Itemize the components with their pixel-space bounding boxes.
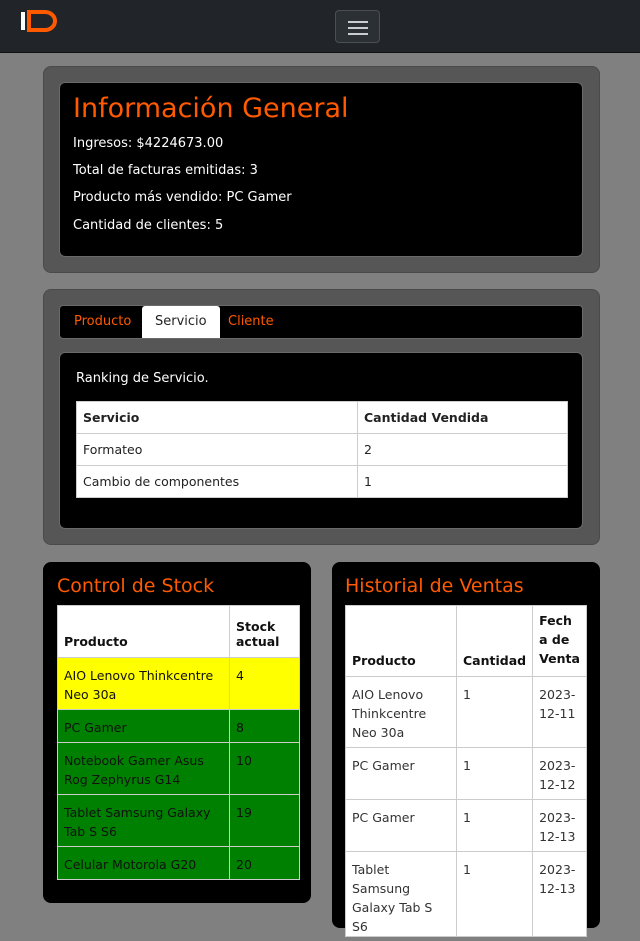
info-card: Información General Ingresos: $4224673.0… [59, 82, 583, 257]
column-header: Producto [57, 605, 230, 658]
stock-quantity-cell: 4 [229, 657, 300, 710]
history-row: PC Gamer 1 2023-12-12 [345, 747, 587, 800]
stock-quantity-cell: 8 [229, 709, 300, 743]
stock-row: Tablet Samsung Galaxy Tab S S6 19 [57, 794, 300, 847]
hamburger-menu-icon [348, 21, 368, 23]
table-row: Formateo 2 [76, 433, 568, 466]
column-header: Cantidad [455, 605, 534, 677]
history-date-cell: 2023-12-13 [532, 799, 587, 852]
stock-product-cell: AIO Lenovo Thinkcentre Neo 30a [57, 657, 230, 710]
stock-quantity-cell: 20 [229, 846, 300, 880]
hamburger-menu-icon [348, 27, 368, 29]
history-row: Tablet Samsung Galaxy Tab S S6 1 2023-12-1… [345, 851, 587, 937]
ranking-card: Ranking de Servicio. Servicio Cantidad V… [59, 352, 583, 529]
stock-card: Control de Stock Producto Stock actual A… [43, 562, 311, 903]
table-row: Cambio de componentes 1 [76, 465, 568, 498]
ranking-tabs: Producto Servicio Cliente [59, 305, 583, 339]
brand-logo[interactable] [20, 10, 58, 32]
history-row: AIO Lenovo Thinkcentre Neo 30a 1 2023-12-1… [345, 676, 587, 748]
top-product-text: Producto más vendido: PC Gamer [73, 190, 292, 205]
history-title: Historial de Ventas [345, 575, 524, 597]
column-header: Servicio [76, 401, 358, 434]
tab-servicio[interactable]: Servicio [142, 306, 220, 338]
stock-product-cell: Notebook Gamer Asus Rog Zephyrus G14 [57, 742, 230, 795]
stock-quantity-cell: 10 [229, 742, 300, 795]
table-header-row: Servicio Cantidad Vendida [76, 401, 568, 434]
stock-table: Producto Stock actual AIO Lenovo Thinkce… [57, 605, 300, 880]
ranking-title: Ranking de Servicio. [76, 371, 209, 386]
stock-product-cell: Tablet Samsung Galaxy Tab S S6 [57, 794, 230, 847]
history-quantity-cell: 1 [455, 676, 534, 748]
revenue-text: Ingresos: $4224673.00 [73, 136, 224, 151]
tab-producto[interactable]: Producto [61, 306, 144, 338]
menu-toggle-button[interactable] [335, 10, 380, 43]
column-header: Fecha de Venta [532, 605, 587, 677]
stock-product-cell: Celular Motorola G20 [57, 846, 230, 880]
table-cell: Cambio de componentes [76, 465, 358, 498]
stock-row: Notebook Gamer Asus Rog Zephyrus G14 10 [57, 742, 300, 795]
history-quantity-cell: 1 [455, 851, 534, 937]
column-header: Producto [345, 605, 457, 677]
navbar [0, 0, 640, 53]
invoices-text: Total de facturas emitidas: 3 [73, 163, 258, 178]
history-date-cell: 2023-12-12 [532, 747, 587, 800]
stock-product-cell: PC Gamer [57, 709, 230, 743]
stock-row: PC Gamer 8 [57, 709, 300, 743]
history-quantity-cell: 1 [455, 747, 534, 800]
history-date-cell: 2023-12-13 [532, 851, 587, 937]
column-header: Cantidad Vendida [357, 401, 568, 434]
clients-text: Cantidad de clientes: 5 [73, 218, 224, 233]
info-title: Información General [73, 93, 349, 124]
history-table: Producto Cantidad Fecha de Venta AIO Len… [345, 605, 587, 937]
history-product-cell: Tablet Samsung Galaxy Tab S S6 [345, 851, 457, 937]
hamburger-menu-icon [348, 33, 368, 35]
history-row: PC Gamer 1 2023-12-13 [345, 799, 587, 852]
table-header-row: Producto Cantidad Fecha de Venta [345, 605, 587, 677]
history-date-cell: 2023-12-11 [532, 676, 587, 748]
history-quantity-cell: 1 [455, 799, 534, 852]
ranking-table: Servicio Cantidad Vendida Formateo 2 Cam… [76, 401, 568, 498]
history-product-cell: PC Gamer [345, 799, 457, 852]
stock-row: Celular Motorola G20 20 [57, 846, 300, 880]
column-header: Stock actual [229, 605, 300, 658]
history-card: Historial de Ventas Producto Cantidad Fe… [332, 562, 600, 937]
table-cell: 1 [357, 465, 568, 498]
stock-quantity-cell: 19 [229, 794, 300, 847]
table-cell: Formateo [76, 433, 358, 466]
table-header-row: Producto Stock actual [57, 605, 300, 658]
history-product-cell: AIO Lenovo Thinkcentre Neo 30a [345, 676, 457, 748]
tab-cliente[interactable]: Cliente [215, 306, 287, 338]
stock-row: AIO Lenovo Thinkcentre Neo 30a 4 [57, 657, 300, 710]
history-product-cell: PC Gamer [345, 747, 457, 800]
table-cell: 2 [357, 433, 568, 466]
stock-title: Control de Stock [57, 575, 215, 597]
